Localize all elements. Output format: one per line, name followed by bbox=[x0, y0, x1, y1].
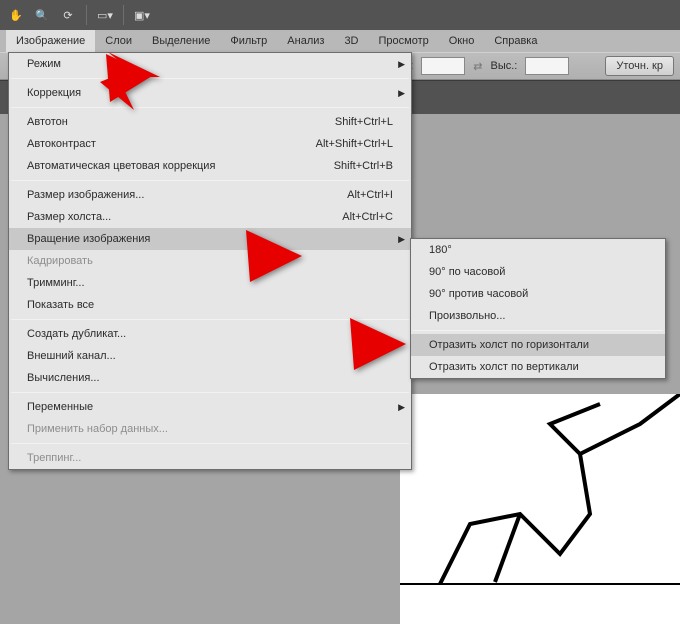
height-field[interactable] bbox=[525, 57, 569, 75]
menu-item-label: Размер холста... bbox=[27, 211, 342, 223]
annotation-arrow-1 bbox=[100, 52, 160, 112]
screen-mode-icon[interactable]: ▭▾ bbox=[93, 3, 117, 27]
menu-item-trap: Треппинг... bbox=[9, 447, 411, 469]
menu-item-autocontrast[interactable]: Автоконтраст Alt+Shift+Ctrl+L bbox=[9, 133, 411, 155]
arrange-icon[interactable]: ▣▾ bbox=[130, 3, 154, 27]
menu-item-label: Автотон bbox=[27, 116, 335, 128]
menu-filter[interactable]: Фильтр bbox=[220, 30, 277, 52]
menu-view[interactable]: Просмотр bbox=[369, 30, 439, 52]
menubar: Изображение Слои Выделение Фильтр Анализ… bbox=[0, 30, 680, 52]
menu-item-accel: Alt+Ctrl+C bbox=[342, 211, 393, 223]
menu-item-trim[interactable]: Тримминг... bbox=[9, 272, 411, 294]
menu-separator bbox=[11, 392, 409, 393]
menu-item-canvas-size[interactable]: Размер холста... Alt+Ctrl+C bbox=[9, 206, 411, 228]
annotation-arrow-2 bbox=[240, 228, 310, 288]
menu-item-label: Показать все bbox=[27, 299, 393, 311]
menu-analysis[interactable]: Анализ bbox=[277, 30, 334, 52]
menu-item-apply-dataset: Применить набор данных... bbox=[9, 418, 411, 440]
height-label: Выс.: bbox=[491, 60, 518, 72]
submenu-item-flip-vertical[interactable]: Отразить холст по вертикали bbox=[411, 356, 665, 378]
menu-image[interactable]: Изображение bbox=[6, 30, 95, 52]
menu-item-variables[interactable]: Переменные ▶ bbox=[9, 396, 411, 418]
submenu-item-90cw[interactable]: 90° по часовой bbox=[411, 261, 665, 283]
menu-item-mode[interactable]: Режим ▶ bbox=[9, 53, 411, 75]
toolbar-divider bbox=[123, 5, 124, 25]
menu-item-label: Коррекция bbox=[27, 87, 393, 99]
submenu-item-flip-horizontal[interactable]: Отразить холст по горизонтали bbox=[411, 334, 665, 356]
menu-help[interactable]: Справка bbox=[484, 30, 547, 52]
menu-item-label: Переменные bbox=[27, 401, 393, 413]
submenu-arrow-icon: ▶ bbox=[398, 234, 405, 245]
submenu-item-arbitrary[interactable]: Произвольно... bbox=[411, 305, 665, 327]
menu-item-label: Внешний канал... bbox=[27, 350, 393, 362]
canvas-drawing bbox=[400, 394, 680, 624]
menu-item-label: 90° против часовой bbox=[429, 288, 528, 300]
rotate-view-icon[interactable]: ⟳ bbox=[56, 3, 80, 27]
width-field[interactable] bbox=[421, 57, 465, 75]
menu-item-label: Автоматическая цветовая коррекция bbox=[27, 160, 334, 172]
menu-separator bbox=[11, 180, 409, 181]
menu-item-label: Режим bbox=[27, 58, 393, 70]
menu-window[interactable]: Окно bbox=[439, 30, 485, 52]
menu-item-label: 90° по часовой bbox=[429, 266, 505, 278]
menu-item-label: Размер изображения... bbox=[27, 189, 347, 201]
menu-item-image-size[interactable]: Размер изображения... Alt+Ctrl+I bbox=[9, 184, 411, 206]
menu-item-reveal-all[interactable]: Показать все bbox=[9, 294, 411, 316]
refine-edge-button[interactable]: Уточн. кр bbox=[605, 56, 674, 76]
menu-separator bbox=[413, 330, 663, 331]
menu-item-label: Произвольно... bbox=[429, 310, 505, 322]
menu-item-accel: Alt+Ctrl+I bbox=[347, 189, 393, 201]
toolbar-divider bbox=[86, 5, 87, 25]
document-canvas[interactable] bbox=[400, 394, 680, 624]
menu-item-label: Автоконтраст bbox=[27, 138, 316, 150]
swap-icon[interactable]: ⇄ bbox=[473, 60, 482, 73]
menu-item-label: Применить набор данных... bbox=[27, 423, 393, 435]
submenu-item-90ccw[interactable]: 90° против часовой bbox=[411, 283, 665, 305]
menu-item-autocolor[interactable]: Автоматическая цветовая коррекция Shift+… bbox=[9, 155, 411, 177]
menu-item-image-rotation[interactable]: Вращение изображения ▶ bbox=[9, 228, 411, 250]
menu-item-label: Кадрировать bbox=[27, 255, 393, 267]
menu-item-accel: Shift+Ctrl+B bbox=[334, 160, 393, 172]
submenu-arrow-icon: ▶ bbox=[398, 88, 405, 99]
menu-separator bbox=[11, 107, 409, 108]
menu-item-label: Отразить холст по вертикали bbox=[429, 361, 579, 373]
zoom-tool-icon[interactable]: 🔍 bbox=[30, 3, 54, 27]
top-icon-toolbar: ✋ 🔍 ⟳ ▭▾ ▣▾ bbox=[0, 0, 680, 30]
annotation-arrow-3 bbox=[344, 316, 414, 376]
menu-item-label: Создать дубликат... bbox=[27, 328, 393, 340]
menu-item-crop: Кадрировать bbox=[9, 250, 411, 272]
hand-tool-icon[interactable]: ✋ bbox=[4, 3, 28, 27]
menu-item-label: Треппинг... bbox=[27, 452, 393, 464]
menu-item-label: Вращение изображения bbox=[27, 233, 393, 245]
submenu-arrow-icon: ▶ bbox=[398, 402, 405, 413]
menu-item-label: Вычисления... bbox=[27, 372, 393, 384]
submenu-arrow-icon: ▶ bbox=[398, 59, 405, 70]
menu-item-adjustments[interactable]: Коррекция ▶ bbox=[9, 82, 411, 104]
menu-select[interactable]: Выделение bbox=[142, 30, 220, 52]
menu-item-autotone[interactable]: Автотон Shift+Ctrl+L bbox=[9, 111, 411, 133]
menu-3d[interactable]: 3D bbox=[334, 30, 368, 52]
menu-separator bbox=[11, 443, 409, 444]
submenu-image-rotation: 180° 90° по часовой 90° против часовой П… bbox=[410, 238, 666, 379]
menu-layers[interactable]: Слои bbox=[95, 30, 142, 52]
menu-item-accel: Alt+Shift+Ctrl+L bbox=[316, 138, 393, 150]
submenu-item-180[interactable]: 180° bbox=[411, 239, 665, 261]
menu-item-label: Отразить холст по горизонтали bbox=[429, 339, 589, 351]
menu-item-accel: Shift+Ctrl+L bbox=[335, 116, 393, 128]
menu-separator bbox=[11, 78, 409, 79]
menu-item-label: Тримминг... bbox=[27, 277, 393, 289]
menu-item-label: 180° bbox=[429, 244, 452, 256]
menu-image-dropdown: Режим ▶ Коррекция ▶ Автотон Shift+Ctrl+L… bbox=[8, 52, 412, 470]
